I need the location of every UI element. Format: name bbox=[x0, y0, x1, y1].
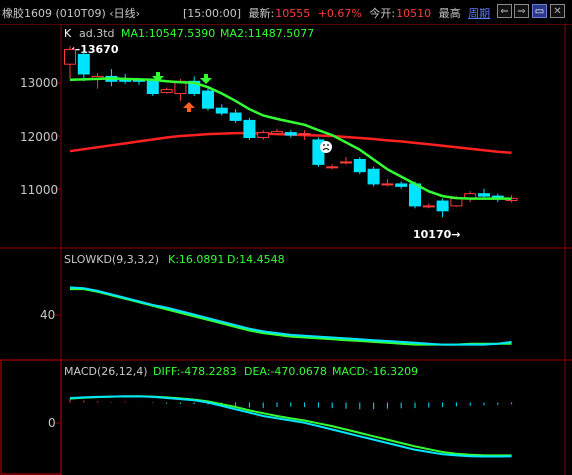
candle-body bbox=[271, 131, 283, 135]
candle-body bbox=[340, 161, 352, 164]
candles bbox=[64, 46, 518, 218]
candle-body bbox=[298, 133, 311, 136]
y-tick-11000: 11000 bbox=[20, 183, 58, 197]
candle-body bbox=[77, 53, 90, 75]
kd-k-value: K:16.0891 bbox=[168, 253, 224, 266]
legend-period: ad.3td bbox=[79, 27, 115, 40]
macd-dea-value: DEA:-470.0678 bbox=[244, 365, 327, 378]
candle-body bbox=[146, 80, 159, 95]
candle-body bbox=[436, 200, 449, 212]
legend-k: K bbox=[64, 27, 72, 40]
candle-body bbox=[381, 183, 394, 186]
low-annotation: 10170→ bbox=[413, 228, 461, 241]
kd-d-series bbox=[70, 288, 512, 346]
kd-y-tick-40: 40 bbox=[40, 308, 55, 322]
macd-panel[interactable]: MACD(26,12,4) DIFF:-478.2283 DEA:-470.06… bbox=[48, 365, 513, 458]
macd-diff-value: DIFF:-478.2283 bbox=[153, 365, 237, 378]
candle-body bbox=[243, 119, 256, 138]
y-tick-13000: 13000 bbox=[20, 76, 58, 90]
candle-body bbox=[367, 168, 380, 185]
kd-title: SLOWKD(9,3,3,2) bbox=[64, 253, 159, 266]
candle-body bbox=[160, 89, 173, 94]
price-panel[interactable]: K ad.3td MA1:10547.5390 MA2:11487.5077 ←… bbox=[20, 27, 518, 241]
candle-body bbox=[257, 132, 270, 138]
candle-body bbox=[326, 166, 339, 169]
candle-body bbox=[478, 193, 490, 197]
candle-body bbox=[422, 205, 435, 208]
ma2-legend: MA2:11487.5077 bbox=[220, 27, 314, 40]
buy-signal-icon bbox=[183, 102, 195, 112]
candle-body bbox=[450, 198, 463, 207]
macd-macd-value: MACD:-16.3209 bbox=[332, 365, 418, 378]
ma1-line bbox=[69, 77, 512, 200]
candle-body bbox=[215, 107, 228, 114]
kd-d-value: D:14.4548 bbox=[227, 253, 285, 266]
candle-body bbox=[284, 132, 297, 136]
ma1-series bbox=[69, 77, 512, 200]
kd-lines bbox=[69, 286, 512, 346]
chart-frame bbox=[0, 25, 572, 475]
macd-title: MACD(26,12,4) bbox=[64, 365, 148, 378]
candle-body bbox=[202, 90, 214, 109]
macd-y-tick-0: 0 bbox=[48, 416, 56, 430]
sell-signal-icon bbox=[200, 74, 212, 84]
y-tick-12000: 12000 bbox=[20, 130, 58, 144]
ma1-legend: MA1:10547.5390 bbox=[121, 27, 215, 40]
candle-body bbox=[64, 49, 76, 65]
candle-body bbox=[353, 158, 366, 173]
candle-body bbox=[229, 112, 242, 121]
macd-lines bbox=[69, 395, 513, 458]
sad-face-icon bbox=[320, 141, 332, 153]
kd-panel[interactable]: SLOWKD(9,3,3,2) K:16.0891 D:14.4548 40 bbox=[40, 253, 512, 346]
chart-canvas: K ad.3td MA1:10547.5390 MA2:11487.5077 ←… bbox=[0, 25, 572, 475]
candle-body bbox=[395, 183, 408, 187]
